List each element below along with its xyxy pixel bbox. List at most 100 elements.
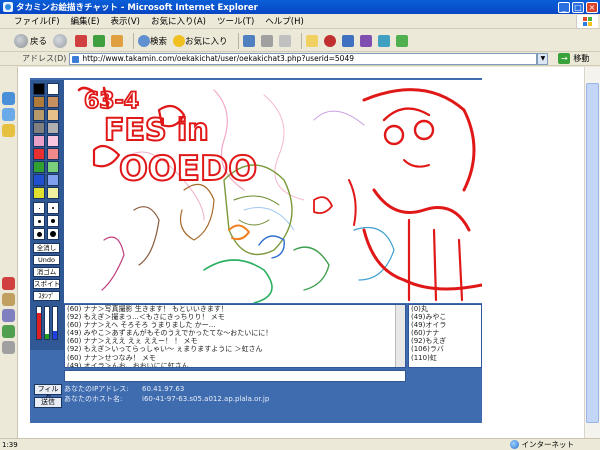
forward-arrow-icon bbox=[53, 33, 68, 48]
maximize-button[interactable]: □ bbox=[572, 1, 584, 13]
quick-launch-icon[interactable] bbox=[2, 309, 15, 322]
color-swatch[interactable] bbox=[33, 187, 45, 199]
brush-dot-icon bbox=[38, 207, 40, 209]
ip-label: あなたのIPアドレス: bbox=[64, 385, 129, 393]
tool-button[interactable]: スポイト bbox=[33, 279, 60, 289]
extra-button[interactable] bbox=[395, 34, 408, 47]
menu-view[interactable]: 表示(V) bbox=[111, 15, 140, 27]
edit-button[interactable] bbox=[278, 34, 291, 47]
quick-launch-icon[interactable] bbox=[2, 293, 15, 306]
search-button[interactable]: 検索 bbox=[138, 34, 167, 47]
send-button[interactable]: 送信 bbox=[34, 397, 62, 408]
forward-button[interactable] bbox=[53, 33, 69, 48]
drawing-text-ooedo: OOEDO bbox=[119, 149, 257, 189]
color-swatch[interactable] bbox=[47, 109, 59, 121]
tool-button[interactable]: 消ゴム bbox=[33, 267, 60, 277]
refresh-icon bbox=[93, 34, 106, 47]
menu-edit[interactable]: 編集(E) bbox=[71, 15, 100, 27]
rgb-level-fill bbox=[53, 331, 57, 339]
brush-size-button[interactable] bbox=[33, 215, 45, 227]
tool-button[interactable]: Undo bbox=[33, 255, 60, 265]
mail-button[interactable] bbox=[242, 34, 255, 47]
color-swatch[interactable] bbox=[33, 135, 45, 147]
color-swatch[interactable] bbox=[47, 174, 59, 186]
chat-log-scrollbar[interactable] bbox=[395, 305, 405, 367]
quick-launch-icon[interactable] bbox=[2, 92, 15, 105]
color-swatch[interactable] bbox=[47, 83, 59, 95]
print-button[interactable] bbox=[260, 34, 273, 47]
color-swatch[interactable] bbox=[47, 187, 59, 199]
user-list[interactable]: (0)丸 (49)みやこ (49)オイラ (60)ナナ (92)もえぎ (106)ラバ (1… bbox=[408, 304, 482, 368]
menu-tools[interactable]: ツール(T) bbox=[217, 15, 254, 27]
color-swatch[interactable] bbox=[47, 122, 59, 134]
back-button[interactable]: 戻る bbox=[14, 33, 47, 48]
ip-row: あなたのIPアドレス: 60.41.97.63 bbox=[64, 384, 364, 394]
color-swatch[interactable] bbox=[33, 83, 45, 95]
quick-launch-icon[interactable] bbox=[2, 325, 15, 338]
go-button[interactable]: → 移動 bbox=[558, 53, 589, 64]
color-swatch[interactable] bbox=[47, 96, 59, 108]
host-value: i60-41-97-63.s05.a012.ap.plala.or.jp bbox=[142, 395, 270, 403]
discuss-button[interactable] bbox=[359, 34, 372, 47]
user-entry[interactable]: (0)丸 bbox=[409, 305, 481, 313]
brush-dot-icon bbox=[51, 219, 55, 223]
color-swatch[interactable] bbox=[33, 96, 45, 108]
menu-favorites[interactable]: お気に入り(A) bbox=[151, 15, 206, 27]
quick-launch-icon[interactable] bbox=[2, 108, 15, 121]
home-button[interactable] bbox=[111, 34, 124, 47]
user-entry[interactable]: (110)虹 bbox=[409, 354, 481, 362]
refresh-button[interactable] bbox=[93, 34, 106, 47]
color-swatch[interactable] bbox=[47, 135, 59, 147]
filter-button[interactable]: フィルタ bbox=[34, 384, 62, 402]
quick-launch-icon[interactable] bbox=[2, 124, 15, 137]
brush-size-button[interactable] bbox=[47, 202, 59, 214]
chat-log[interactable]: (60) ナナ＞写真撮影 生きます！ もといいきます！ (92) もえぎ＞撮まっ.… bbox=[64, 304, 406, 368]
close-button[interactable]: × bbox=[586, 1, 598, 13]
quick-launch-icon[interactable] bbox=[2, 341, 15, 354]
color-swatch[interactable] bbox=[47, 148, 59, 160]
brush-size-button[interactable] bbox=[47, 228, 59, 240]
tool-button[interactable]: ｽﾀﾝﾌﾟ bbox=[33, 291, 60, 301]
chat-line: (60) ナナ＞写真撮影 生きます！ もといいきます！ bbox=[67, 305, 228, 313]
address-dropdown-button[interactable]: ▼ bbox=[537, 52, 549, 65]
tool-button[interactable]: 全消し bbox=[33, 243, 60, 253]
quick-launch-icon[interactable] bbox=[2, 277, 15, 290]
brush-size-button[interactable] bbox=[47, 215, 59, 227]
brush-size-button[interactable] bbox=[33, 228, 45, 240]
rgb-level-slider[interactable] bbox=[36, 306, 42, 340]
research-button[interactable] bbox=[341, 34, 354, 47]
scrollbar-thumb[interactable] bbox=[586, 83, 599, 423]
clock: 1:39 bbox=[2, 440, 18, 449]
message-input[interactable] bbox=[64, 370, 406, 382]
extra-icon bbox=[395, 34, 408, 47]
rgb-level-slider[interactable] bbox=[44, 306, 50, 340]
user-entry[interactable]: (92)もえぎ bbox=[409, 337, 481, 345]
color-swatch[interactable] bbox=[33, 122, 45, 134]
user-entry[interactable]: (49)オイラ bbox=[409, 321, 481, 329]
user-entry[interactable]: (49)みやこ bbox=[409, 313, 481, 321]
messenger-button[interactable] bbox=[323, 34, 336, 47]
user-entry[interactable]: (106)ラバ bbox=[409, 345, 481, 353]
color-swatch[interactable] bbox=[33, 174, 45, 186]
title-bar: タカミンお絵描きチャット - Microsoft Internet Explor… bbox=[0, 0, 600, 14]
folder-button[interactable] bbox=[305, 34, 318, 47]
brush-size-button[interactable] bbox=[33, 202, 45, 214]
color-swatch[interactable] bbox=[33, 148, 45, 160]
stop-button[interactable] bbox=[75, 34, 88, 47]
color-swatch[interactable] bbox=[47, 161, 59, 173]
address-label: アドレス(D) bbox=[22, 54, 67, 63]
menu-help[interactable]: ヘルプ(H) bbox=[265, 15, 304, 27]
rgb-level-slider[interactable] bbox=[52, 306, 58, 340]
minimize-button[interactable]: _ bbox=[558, 1, 570, 13]
address-field[interactable]: http://www.takamin.com/oekakichat/user/o… bbox=[69, 52, 538, 65]
page-scrollbar[interactable] bbox=[584, 67, 600, 438]
color-swatch[interactable] bbox=[33, 109, 45, 121]
print-icon bbox=[260, 34, 273, 47]
plugin-button[interactable] bbox=[377, 34, 390, 47]
menu-file[interactable]: ファイル(F) bbox=[14, 15, 60, 27]
edit-icon bbox=[278, 34, 291, 47]
drawing-canvas[interactable]: 63-4 FES in OOEDO bbox=[64, 80, 482, 303]
host-row: あなたのホスト名: i60-41-97-63.s05.a012.ap.plala… bbox=[64, 394, 364, 404]
favorites-button[interactable]: お気に入り bbox=[173, 34, 228, 47]
color-swatch[interactable] bbox=[33, 161, 45, 173]
